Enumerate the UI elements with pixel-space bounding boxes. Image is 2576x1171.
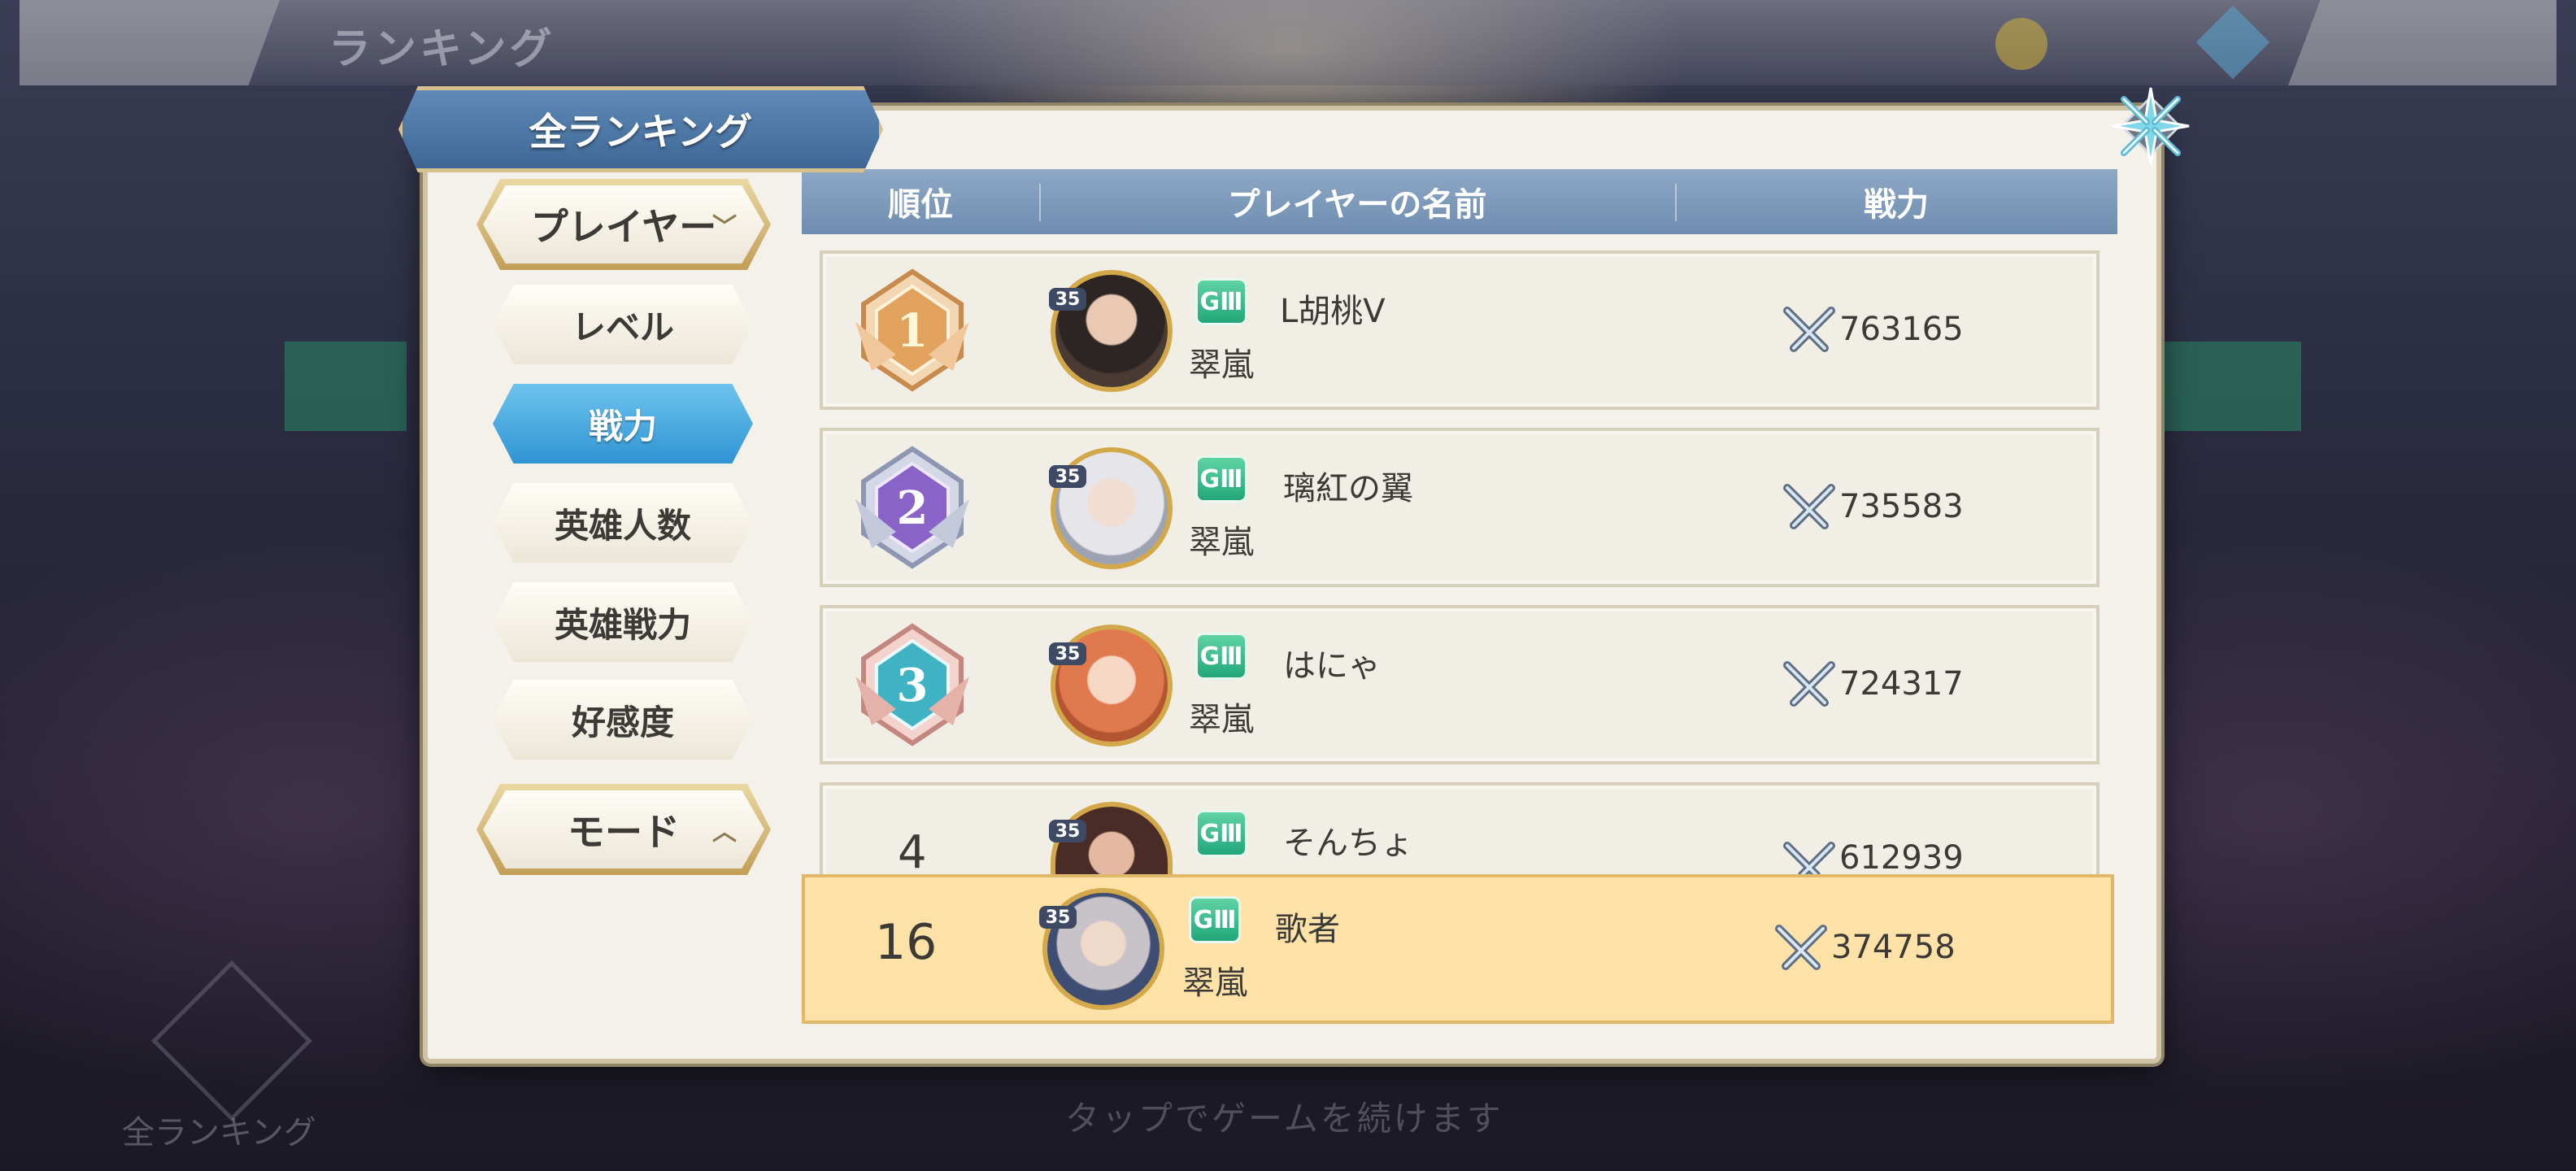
mode-dropdown[interactable]: モード ︿ — [483, 790, 764, 868]
background-pill — [285, 342, 407, 431]
level-badge: 35 — [1049, 820, 1086, 842]
power-value: 724317 — [1839, 665, 1964, 703]
self-guild-icon: GⅢ — [1189, 896, 1241, 943]
gem-icon — [2195, 5, 2270, 80]
tab-power[interactable]: 戦力 — [493, 384, 753, 464]
table-header: 順位 プレイヤーの名前 戦力 — [802, 169, 2117, 234]
crossed-swords-icon — [1783, 842, 1835, 875]
close-button[interactable] — [2106, 81, 2195, 171]
background-title: ランキング — [329, 25, 555, 74]
column-power: 戦力 — [1864, 186, 1929, 224]
power-value: 735583 — [1839, 488, 1964, 525]
player-name: そんちょ — [1283, 825, 1413, 862]
home-button — [2288, 0, 2556, 85]
rank-2-number: 2 — [897, 481, 929, 535]
self-rank-number: 16 — [875, 914, 938, 971]
level-badge: 35 — [1049, 642, 1086, 665]
rank-3-badge: 3 — [855, 623, 969, 747]
guild-name: 翠嵐 — [1189, 346, 1254, 384]
modal-title: 全ランキング — [529, 110, 753, 154]
background-pill — [2155, 342, 2301, 431]
player-name: はにゃ — [1283, 647, 1381, 685]
self-level-badge: 35 — [1039, 906, 1077, 929]
column-player-name: プレイヤーの名前 — [1227, 186, 1487, 224]
crossed-swords-icon — [1783, 307, 1835, 352]
coin-icon — [1995, 18, 2047, 70]
power-value: 763165 — [1839, 311, 1964, 348]
self-power-value: 374758 — [1831, 929, 1956, 966]
tab-affection[interactable]: 好感度 — [493, 680, 753, 760]
guild-icon: GⅢ — [1195, 633, 1247, 680]
power-value: 612939 — [1839, 839, 1964, 873]
level-badge: 35 — [1049, 465, 1086, 488]
background-top-bar: ランキング — [20, 0, 2556, 85]
back-button — [20, 0, 280, 85]
mode-dropdown-label: モード — [568, 810, 680, 854]
rank-number: 4 — [898, 826, 927, 879]
rank-1-number: 1 — [897, 304, 929, 358]
chevron-down-icon: ﹀ — [712, 213, 737, 242]
crossed-swords-icon — [1775, 925, 1827, 970]
guild-icon: GⅢ — [1195, 455, 1247, 503]
crossed-swords-icon — [1783, 661, 1835, 707]
player-name: L胡桃V — [1280, 293, 1386, 330]
rank-3-number: 3 — [897, 659, 929, 712]
self-player-name: 歌者 — [1275, 911, 1340, 948]
player-dropdown-label: プレイヤー — [530, 205, 717, 249]
player-name: 璃紅の翼 — [1283, 470, 1413, 507]
guild-icon: GⅢ — [1195, 810, 1247, 857]
rank-1-badge: 1 — [855, 268, 969, 392]
self-guild-name: 翠嵐 — [1182, 964, 1247, 1002]
level-badge: 35 — [1049, 288, 1086, 311]
guild-name: 翠嵐 — [1189, 701, 1254, 738]
tap-to-continue-hint[interactable]: タップでゲームを続けます — [1065, 1091, 1503, 1141]
guild-name: 翠嵐 — [1189, 524, 1254, 561]
tab-hero-count[interactable]: 英雄人数 — [493, 483, 753, 563]
rank-2-badge: 2 — [855, 446, 969, 569]
player-dropdown[interactable]: プレイヤー ﹀ — [483, 185, 764, 263]
guild-icon: GⅢ — [1195, 278, 1247, 325]
chevron-up-icon: ︿ — [712, 818, 737, 847]
footer-ranking-label: 全ランキング — [122, 1114, 316, 1151]
tab-hero-power[interactable]: 英雄戦力 — [493, 582, 753, 662]
crossed-swords-icon — [1783, 484, 1835, 529]
tab-level[interactable]: レベル — [493, 285, 753, 364]
close-icon — [2112, 87, 2190, 165]
column-rank: 順位 — [888, 186, 953, 224]
